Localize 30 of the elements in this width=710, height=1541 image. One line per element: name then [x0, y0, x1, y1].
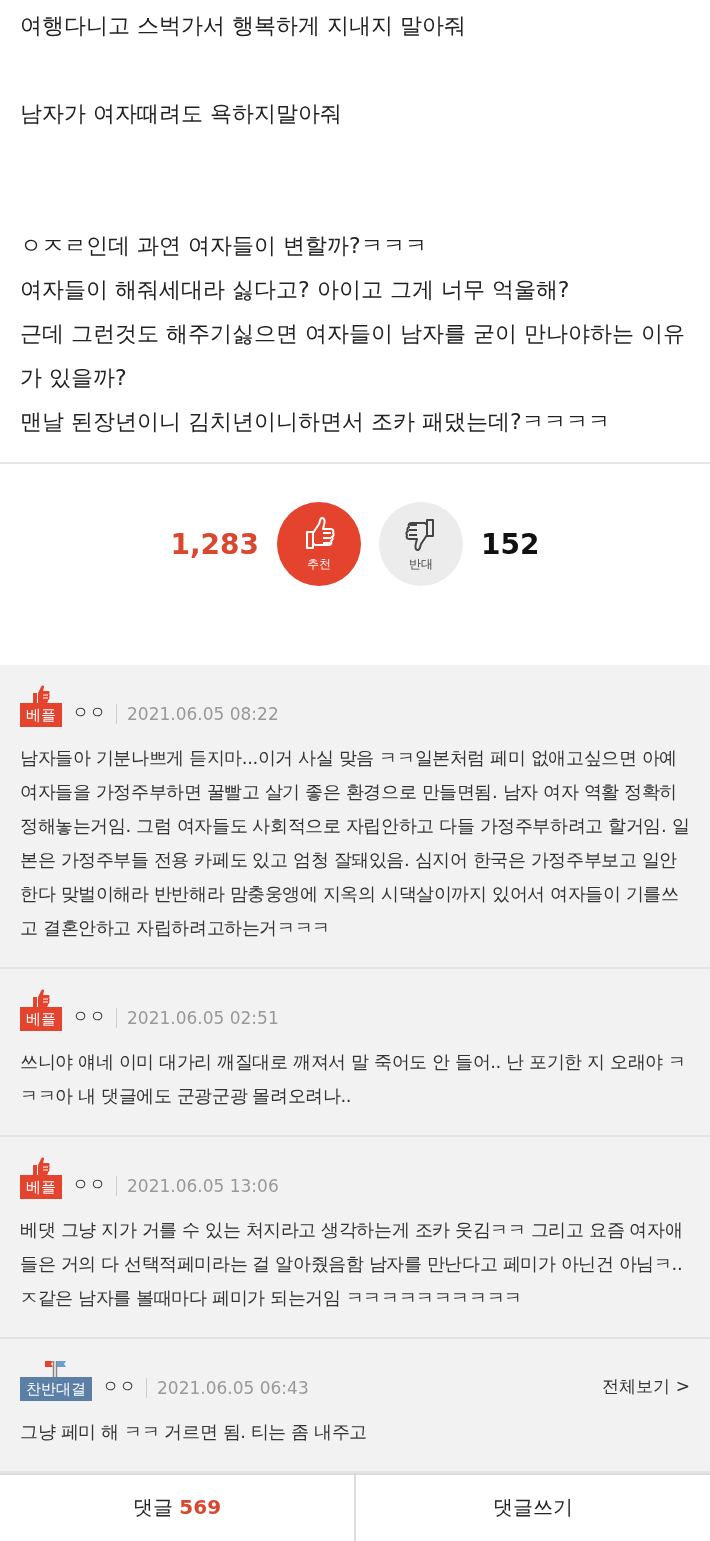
comment-text: 그냥 페미 해 ㅋㅋ 거르면 됨. 티는 좀 내주고 — [20, 1419, 369, 1444]
comment-time: 2021.06.05 08:22 — [127, 703, 279, 726]
comment-badge: 베플 — [20, 702, 62, 727]
comment-time: 2021.06.05 06:43 — [157, 1377, 309, 1400]
thumbs-up-icon — [30, 988, 52, 1007]
comment-author: ㅇㅇ — [72, 1004, 106, 1028]
upvote-button[interactable]: 추천 — [277, 502, 362, 587]
post-text: 남자가 여자때려도 욕하지말아줘 — [20, 100, 343, 128]
post-text: 여자들이 해줘세대라 싫다고? 아이고 그게 너무 억울해? — [20, 276, 571, 304]
comment-text: 쓰니야 얘네 이미 대가리 깨질대로 깨져서 말 죽어도 안 들어.. 난 포기한 지 오래야 ㅋㅋㅋ아 내 댓글에도 군광군광 몰려오려나.. — [20, 1049, 687, 1108]
comment-author: ㅇㅇ — [72, 700, 106, 724]
downvote-button[interactable]: 반대 — [379, 502, 464, 587]
comment-time: 2021.06.05 13:06 — [127, 1175, 279, 1198]
comment-badge: 베플 — [20, 1174, 62, 1199]
comment-author: ㅇㅇ — [72, 1172, 106, 1196]
post-text: 여행다니고 스벅가서 행복하게 지내지 말아줘 — [20, 12, 467, 40]
thumbs-up-icon — [30, 1156, 52, 1175]
downvote-count: 152 — [481, 527, 540, 561]
upvote-count: 1,283 — [170, 527, 260, 561]
comment-text: 남자들아 기분나쁘게 듣지마...이거 사실 맞음 ㅋㅋ일본처럼 페미 없애고싶으면 아예 여자들을 가정주부하면 꿀빨고 살기 좋은 환경으로 만들면됨. 남자 여자 역활 정확히 정해놓는거임. 그럼 여자들도 사회적으로 자립안하고 다들 가정주부하려고 할거임. 일본은 가정주부들 전용 카페도 있고 엄청 잘돼있음. 심지어 한국은 가정주부보고 일안한다 맞벌이해라 반반해라 맘충웅앵에 지옥의 시댁살이까지 있어서 여자들이 기를쓰고 결혼안하고 자립하려고하는거ㅋㅋㅋ — [20, 745, 690, 940]
post-text: 근데 그런것도 해주기싫으면 여자들이 남자를 굳이 만나야하는 이유가 있을까? — [20, 320, 686, 392]
comment-badge: 찬반대결 — [20, 1376, 92, 1401]
view-all-link[interactable]: 전체보기 > — [602, 1374, 690, 1401]
comment-badge: 베플 — [20, 1006, 62, 1031]
comment-time: 2021.06.05 02:51 — [127, 1007, 279, 1030]
thumbs-up-icon — [30, 684, 52, 703]
comment-author: ㅇㅇ — [102, 1374, 136, 1398]
comment-text: 베댓 그냥 지가 거를 수 있는 처지라고 생각하는게 조카 웃김ㅋㅋ 그리고 요즘 여자애들은 거의 다 선택적페미라는 걸 알아줬음함 남자를 만난다고 페미가 아닌건 아님ㅋ.. ㅈ같은 남자를 볼때마다 페미가 되는거임 ㅋㅋㅋㅋㅋㅋㅋㅋㅋㅋ — [20, 1217, 684, 1310]
post-text: 맨날 된장년이니 김치년이니하면서 조카 패댔는데?ㅋㅋㅋㅋ — [20, 408, 611, 436]
post-text: ㅇㅈㄹ인데 과연 여자들이 변할까?ㅋㅋㅋ — [20, 232, 428, 260]
